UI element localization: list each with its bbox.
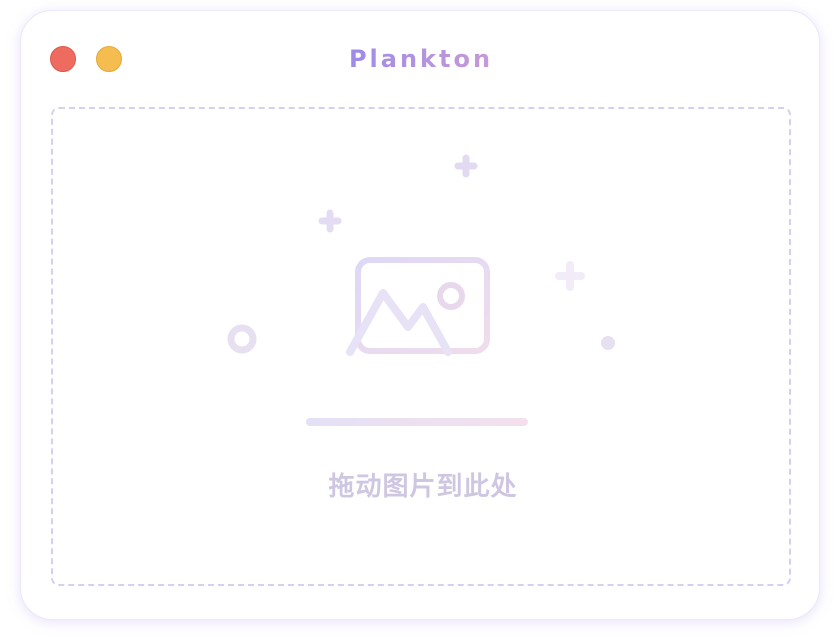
sparkle-plus-icon [555, 261, 585, 291]
decor-ring-icon [227, 324, 257, 354]
decor-dot-icon [601, 336, 615, 350]
window-title: Plankton [21, 43, 821, 75]
app-window: Plankton 拖动图片到此处 [20, 10, 820, 620]
image-drop-zone[interactable]: 拖动图片到此处 [51, 107, 791, 586]
drop-illustration [227, 154, 615, 426]
drop-progress-bar [306, 418, 528, 426]
sparkle-plus-icon [318, 209, 342, 233]
window-title-text: Plankton [348, 45, 494, 73]
sparkle-plus-icon [454, 154, 478, 178]
image-placeholder-icon [346, 257, 490, 356]
drop-hint-label: 拖动图片到此处 [328, 472, 518, 502]
